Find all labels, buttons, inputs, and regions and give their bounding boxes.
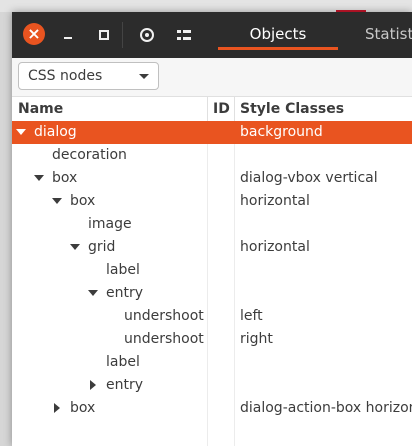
node-name: entry [106,285,144,301]
node-style-classes: left [240,308,263,324]
column-header-style-classes[interactable]: Style Classes [240,97,344,122]
tab-objects[interactable]: Objects [218,24,338,50]
headerbar-separator [122,22,123,48]
tree-row[interactable]: label [12,259,412,282]
node-style-classes: right [240,331,273,347]
maximize-icon[interactable] [93,24,115,46]
expander-down-icon[interactable] [16,129,26,135]
dropdown-arrow-icon [139,74,149,79]
expander-down-icon[interactable] [34,175,44,181]
node-style-classes: background [240,124,323,140]
minimize-icon[interactable] [58,24,80,46]
node-style-classes: dialog-vbox vertical [240,170,378,186]
close-icon[interactable]: × [23,23,45,45]
tree-row[interactable]: box horizontal [12,190,412,213]
inspector-window: × Objects Statistics CSS nodes Name ID S… [12,12,412,446]
expander-down-icon[interactable] [70,244,80,250]
tree-row[interactable]: grid horizontal [12,236,412,259]
tab-statistics[interactable]: Statistics [365,24,412,44]
node-name: box [52,170,78,186]
column-header-id[interactable]: ID [213,97,230,122]
node-name: box [70,193,96,209]
expander-right-icon[interactable] [90,380,96,390]
node-name: dialog [34,124,77,140]
column-divider [234,97,235,122]
column-header-row: Name ID Style Classes [12,96,412,123]
properties-icon[interactable] [172,24,194,46]
node-name: label [106,262,140,278]
headerbar: × Objects Statistics [12,12,412,58]
tree-row[interactable]: dialog background [12,121,412,144]
node-style-classes: dialog-action-box horizontal [240,400,412,416]
node-name: entry [106,377,144,393]
column-header-name[interactable]: Name [18,97,63,122]
desktop-background [0,0,412,12]
column-divider [207,97,208,122]
select-object-icon[interactable] [136,24,158,46]
expander-down-icon[interactable] [52,198,62,204]
node-name: box [70,400,96,416]
node-name: grid [88,239,116,255]
tree-row[interactable]: entry [12,282,412,305]
tree-row[interactable]: undershoot left [12,305,412,328]
tree-row[interactable]: decoration [12,144,412,167]
node-name: undershoot [124,331,204,347]
view-mode-dropdown[interactable]: CSS nodes [18,62,159,90]
tree-row[interactable]: image [12,213,412,236]
node-name: decoration [52,147,127,163]
node-name: image [88,216,132,232]
css-node-tree: dialog background decoration box dialog-vbox… [12,121,412,420]
tree-row[interactable]: box dialog-action-box horizontal [12,397,412,420]
tree-row[interactable]: label [12,351,412,374]
node-name: label [106,354,140,370]
tree-row[interactable]: box dialog-vbox vertical [12,167,412,190]
expander-down-icon[interactable] [88,290,98,296]
node-style-classes: horizontal [240,239,310,255]
node-style-classes: horizontal [240,193,310,209]
node-name: undershoot [124,308,204,324]
tree-row[interactable]: undershoot right [12,328,412,351]
tree-row[interactable]: entry [12,374,412,397]
expander-right-icon[interactable] [54,403,60,413]
dropdown-value: CSS nodes [28,68,103,84]
